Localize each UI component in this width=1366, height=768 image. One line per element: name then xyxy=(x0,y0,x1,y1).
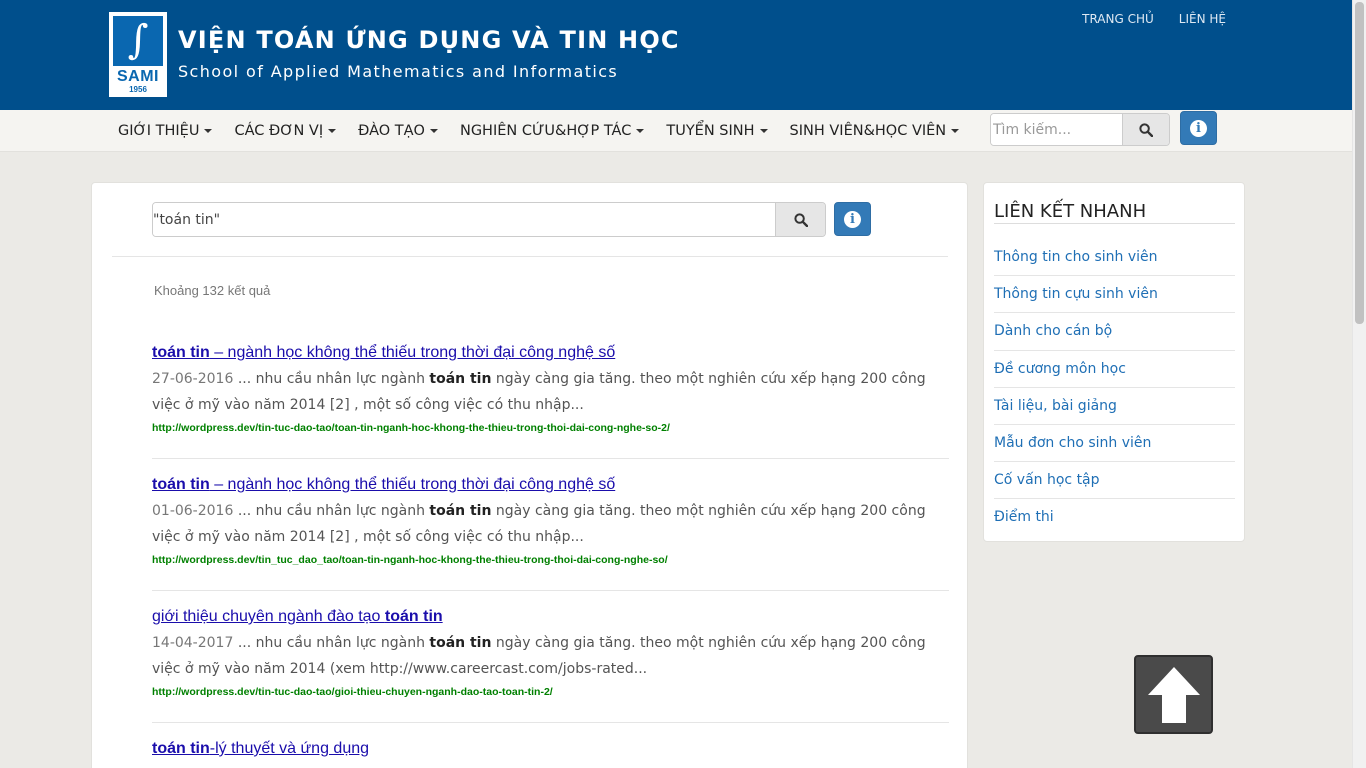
search-results-panel: i Khoảng 132 kết quả toán tin – ngành họ… xyxy=(91,182,968,768)
result-separator xyxy=(152,458,949,459)
caret-down-icon xyxy=(951,129,960,133)
nav-info-button[interactable]: i xyxy=(1180,111,1217,145)
search-result: toán tin – ngành học không thể thiếu tro… xyxy=(152,476,949,566)
search-icon xyxy=(793,212,808,227)
search-result: giới thiệu chuyên ngành đào tạo toán tin… xyxy=(152,608,949,698)
quick-link-student-info[interactable]: Thông tin cho sinh viên xyxy=(994,239,1235,277)
caret-down-icon xyxy=(204,129,213,133)
search-icon xyxy=(1139,122,1153,137)
result-separator xyxy=(152,590,949,591)
result-date: 27-06-2016 xyxy=(152,371,234,387)
results-search-box xyxy=(152,202,826,237)
main-nav: GIỚI THIỆU CÁC ĐƠN VỊ ĐÀO TẠO NGHIÊN CỨU… xyxy=(0,110,1352,152)
site-subtitle: School of Applied Mathematics and Inform… xyxy=(178,62,619,81)
nav-item-units[interactable]: CÁC ĐƠN VỊ xyxy=(223,110,347,152)
results-search-button[interactable] xyxy=(775,203,825,236)
divider xyxy=(994,223,1235,224)
result-separator xyxy=(152,722,949,723)
result-url: http://wordpress.dev/tin-tuc-dao-tao/gio… xyxy=(152,686,553,698)
quick-link-lecture-materials[interactable]: Tài liệu, bài giảng xyxy=(994,388,1235,425)
quick-link-staff[interactable]: Dành cho cán bộ xyxy=(994,313,1235,351)
quick-link-alumni-info[interactable]: Thông tin cựu sinh viên xyxy=(994,276,1235,314)
results-info-button[interactable]: i xyxy=(834,202,871,236)
nav-item-research[interactable]: NGHIÊN CỨU&HỢP TÁC xyxy=(449,110,655,152)
result-date: 01-06-2016 xyxy=(152,503,234,519)
top-links: TRANG CHỦ LIÊN HỆ xyxy=(1082,12,1226,26)
caret-down-icon xyxy=(328,129,337,133)
logo-emblem: ∫ xyxy=(113,16,163,66)
nav-item-students[interactable]: SINH VIÊN&HỌC VIÊN xyxy=(779,110,971,152)
info-icon: i xyxy=(1190,119,1207,137)
result-title-link[interactable]: toán tin-lý thuyết và ứng dụng xyxy=(152,740,949,758)
quick-links-panel: LIÊN KẾT NHANH Thông tin cho sinh viên T… xyxy=(983,182,1245,542)
result-count: Khoảng 132 kết quả xyxy=(154,283,271,298)
search-result: toán tin – ngành học không thể thiếu tro… xyxy=(152,344,949,434)
page-scrollbar[interactable] xyxy=(1352,0,1366,768)
arrow-up-icon xyxy=(1147,666,1200,723)
result-snippet: 01-06-2016 ... nhu cầu nhân lực ngành to… xyxy=(152,503,926,545)
result-url: http://wordpress.dev/tin_tuc_dao_tao/toa… xyxy=(152,554,668,566)
result-url: http://wordpress.dev/tin-tuc-dao-tao/toa… xyxy=(152,422,670,434)
divider xyxy=(112,256,948,257)
site-header: ∫ SAMI 1956 VIỆN TOÁN ỨNG DỤNG VÀ TIN HỌ… xyxy=(0,0,1352,110)
logo-text: SAMI xyxy=(117,68,159,85)
quick-link-exam-scores[interactable]: Điểm thi xyxy=(994,499,1235,536)
caret-down-icon xyxy=(759,129,768,133)
nav-search-input[interactable] xyxy=(991,114,1122,145)
quick-link-syllabus[interactable]: Đề cương môn học xyxy=(994,351,1235,388)
result-title-link[interactable]: toán tin – ngành học không thể thiếu tro… xyxy=(152,344,949,362)
search-result: toán tin-lý thuyết và ứng dụng xyxy=(152,740,949,758)
scrollbar-thumb[interactable] xyxy=(1355,2,1364,324)
caret-down-icon xyxy=(636,129,645,133)
nav-item-education[interactable]: ĐÀO TẠO xyxy=(347,110,449,152)
nav-item-admissions[interactable]: TUYỂN SINH xyxy=(655,110,778,152)
quick-links-list: Thông tin cho sinh viên Thông tin cựu si… xyxy=(994,239,1235,537)
quick-link-student-forms[interactable]: Mẫu đơn cho sinh viên xyxy=(994,425,1235,463)
results-search-input[interactable] xyxy=(153,203,775,236)
site-title: VIỆN TOÁN ỨNG DỤNG VÀ TIN HỌC xyxy=(178,26,680,54)
result-snippet: 27-06-2016 ... nhu cầu nhân lực ngành to… xyxy=(152,371,926,413)
logo-year: 1956 xyxy=(129,85,147,94)
quick-links-title: LIÊN KẾT NHANH xyxy=(994,201,1147,222)
home-link[interactable]: TRANG CHỦ xyxy=(1082,12,1154,26)
result-title-link[interactable]: giới thiệu chuyên ngành đào tạo toán tin xyxy=(152,608,949,626)
back-to-top-button[interactable] xyxy=(1134,655,1213,734)
caret-down-icon xyxy=(429,129,438,133)
nav-search-box xyxy=(990,113,1170,146)
nav-search-button[interactable] xyxy=(1122,114,1169,145)
result-snippet: 14-04-2017 ... nhu cầu nhân lực ngành to… xyxy=(152,635,926,677)
quick-link-academic-advisor[interactable]: Cố vấn học tập xyxy=(994,462,1235,500)
result-date: 14-04-2017 xyxy=(152,635,234,651)
result-title-link[interactable]: toán tin – ngành học không thể thiếu tro… xyxy=(152,476,949,494)
info-icon: i xyxy=(844,210,861,228)
nav-item-about[interactable]: GIỚI THIỆU xyxy=(107,110,223,152)
sami-logo[interactable]: ∫ SAMI 1956 xyxy=(109,12,167,97)
contact-link[interactable]: LIÊN HỆ xyxy=(1179,12,1226,26)
